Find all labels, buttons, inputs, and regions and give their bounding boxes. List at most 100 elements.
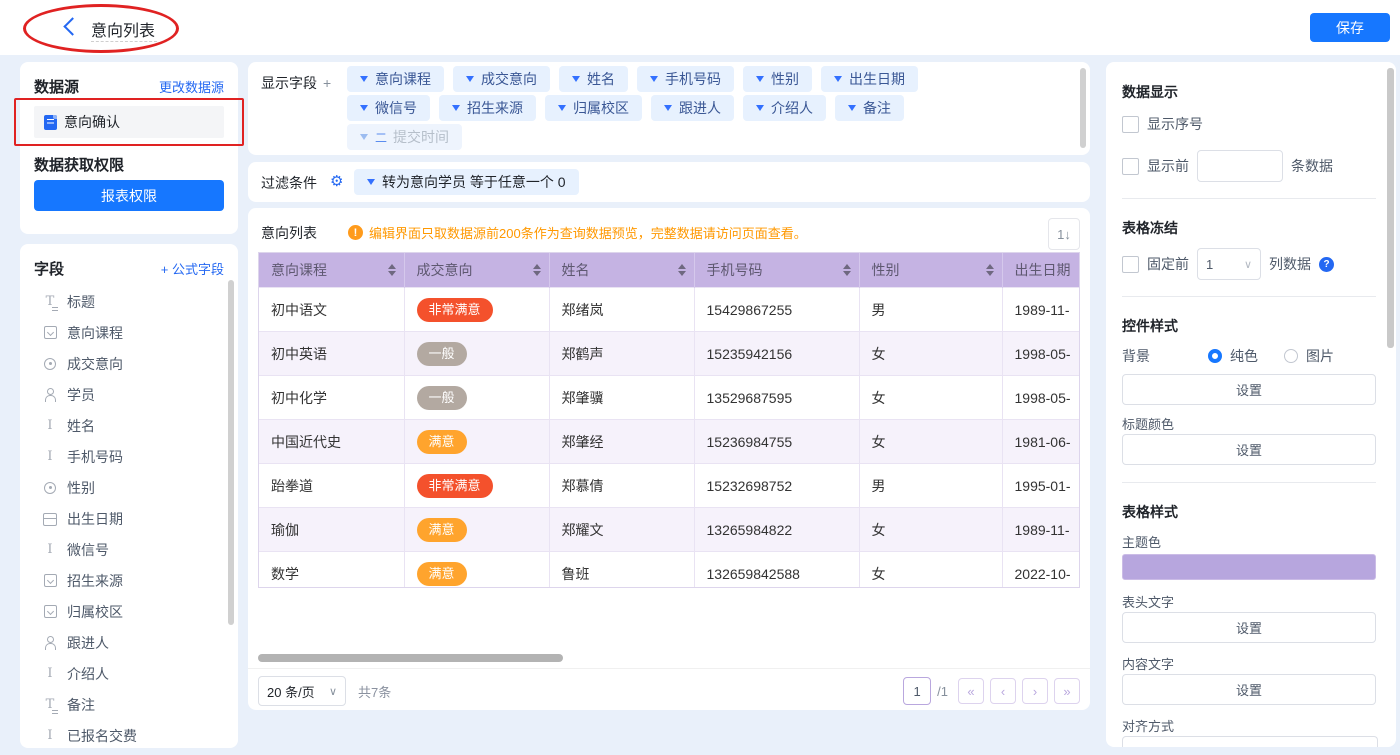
background-set-button[interactable]: 设置	[1122, 374, 1376, 405]
freeze-count-select[interactable]: 1 ∨	[1197, 248, 1261, 280]
column-header[interactable]: 出生日期	[1002, 253, 1080, 288]
title-icon	[42, 697, 58, 713]
cell-birth: 1989-11-	[1002, 508, 1080, 552]
align-control-partial[interactable]	[1122, 736, 1378, 747]
field-item[interactable]: 成交意向	[34, 348, 224, 379]
select-icon	[42, 325, 58, 341]
caret-down-icon	[367, 179, 375, 185]
settings-scrollbar[interactable]	[1387, 68, 1394, 348]
sort-carets-icon[interactable]	[986, 264, 994, 276]
field-item[interactable]: 已报名交费	[34, 720, 224, 748]
field-item[interactable]: 出生日期	[34, 503, 224, 534]
cell-name: 郑耀文	[549, 508, 694, 552]
drag-handle-icon: 二	[375, 129, 387, 146]
title-color-set-button[interactable]: 设置	[1122, 434, 1376, 465]
display-field-tag[interactable]: 微信号	[347, 95, 430, 121]
display-field-tag[interactable]: 意向课程	[347, 66, 444, 92]
cell-gender: 女	[859, 508, 1002, 552]
sort-order-icon[interactable]: 1↓	[1048, 218, 1080, 250]
display-field-tag-disabled[interactable]: 二提交时间	[347, 124, 462, 150]
solid-color-radio[interactable]	[1208, 349, 1222, 363]
show-first-count-input[interactable]	[1197, 150, 1283, 182]
field-item[interactable]: 跟进人	[34, 627, 224, 658]
theme-color-swatch[interactable]	[1122, 554, 1376, 580]
column-header[interactable]: 性别	[859, 253, 1002, 288]
display-field-tag[interactable]: 备注	[835, 95, 904, 121]
page-number-input[interactable]: 1	[903, 677, 931, 705]
filter-condition-tag[interactable]: 转为意向学员 等于任意一个 0	[354, 169, 579, 195]
field-item[interactable]: 介绍人	[34, 658, 224, 689]
freeze-prefix: 固定前	[1147, 254, 1189, 274]
show-index-checkbox[interactable]	[1122, 116, 1139, 133]
field-item-label: 学员	[67, 385, 95, 405]
divider	[1122, 296, 1376, 297]
sort-carets-icon[interactable]	[533, 264, 541, 276]
field-item-label: 成交意向	[67, 354, 123, 374]
gear-icon[interactable]: ⚙	[330, 172, 343, 190]
formula-field-link[interactable]: + 公式字段	[161, 259, 224, 278]
first-page-button[interactable]: «	[958, 678, 984, 704]
freeze-checkbox[interactable]	[1122, 256, 1139, 273]
column-header-label: 姓名	[562, 260, 590, 280]
sort-carets-icon[interactable]	[388, 264, 396, 276]
display-field-tag[interactable]: 归属校区	[545, 95, 642, 121]
column-header[interactable]: 意向课程	[259, 253, 404, 288]
field-item[interactable]: 归属校区	[34, 596, 224, 627]
display-field-tag[interactable]: 手机号码	[637, 66, 734, 92]
header-text-set-button[interactable]: 设置	[1122, 612, 1376, 643]
column-header[interactable]: 成交意向	[404, 253, 549, 288]
sort-carets-icon[interactable]	[678, 264, 686, 276]
back-icon[interactable]	[63, 17, 81, 35]
add-display-field-button[interactable]: +	[323, 75, 331, 91]
horizontal-scrollbar[interactable]	[258, 654, 563, 662]
display-field-tag[interactable]: 介绍人	[743, 95, 826, 121]
datasource-item[interactable]: 意向确认	[34, 106, 224, 138]
field-item[interactable]: 学员	[34, 379, 224, 410]
column-header[interactable]: 手机号码	[694, 253, 859, 288]
help-icon[interactable]: ?	[1319, 257, 1334, 272]
field-item[interactable]: 招生来源	[34, 565, 224, 596]
field-item-label: 性别	[67, 478, 95, 498]
notice-text: 编辑界面只取数据源前200条作为查询数据预览，完整数据请访问页面查看。	[369, 223, 807, 242]
field-item-label: 微信号	[67, 540, 109, 560]
intent-badge: 满意	[417, 562, 467, 586]
field-item[interactable]: 手机号码	[34, 441, 224, 472]
report-permission-button[interactable]: 报表权限	[34, 180, 224, 211]
field-item[interactable]: 姓名	[34, 410, 224, 441]
display-field-tag[interactable]: 姓名	[559, 66, 628, 92]
display-field-tag[interactable]: 出生日期	[821, 66, 918, 92]
show-first-checkbox[interactable]	[1122, 158, 1139, 175]
table-style-title: 表格样式	[1122, 502, 1178, 522]
last-page-button[interactable]: »	[1054, 678, 1080, 704]
column-header[interactable]: 姓名	[549, 253, 694, 288]
cell-birth: 1995-01-	[1002, 464, 1080, 508]
cell-name: 郑肇经	[549, 420, 694, 464]
field-item[interactable]: 微信号	[34, 534, 224, 565]
save-button[interactable]: 保存	[1310, 13, 1390, 42]
field-item[interactable]: 性别	[34, 472, 224, 503]
field-item[interactable]: 备注	[34, 689, 224, 720]
next-page-button[interactable]: ›	[1022, 678, 1048, 704]
cell-name: 郑鹤声	[549, 332, 694, 376]
content-text-set-button[interactable]: 设置	[1122, 674, 1376, 705]
column-header-label: 手机号码	[707, 260, 763, 280]
data-permission-title: 数据获取权限	[34, 154, 124, 175]
display-field-tag[interactable]: 成交意向	[453, 66, 550, 92]
display-field-tag[interactable]: 性别	[743, 66, 812, 92]
sort-carets-icon[interactable]	[843, 264, 851, 276]
display-field-tag[interactable]: 跟进人	[651, 95, 734, 121]
image-radio[interactable]	[1284, 349, 1298, 363]
prev-page-button[interactable]: ‹	[990, 678, 1016, 704]
cell-intent: 一般	[404, 376, 549, 420]
display-field-tag[interactable]: 招生来源	[439, 95, 536, 121]
table-row: 初中化学一般郑肇骥13529687595女1998-05-	[259, 376, 1080, 420]
change-datasource-link[interactable]: 更改数据源	[159, 77, 224, 96]
fields-scrollbar[interactable]	[228, 280, 234, 625]
display-fields-scrollbar[interactable]	[1080, 68, 1086, 148]
freeze-title: 表格冻结	[1122, 218, 1178, 238]
intent-badge: 非常满意	[417, 474, 493, 498]
page-size-select[interactable]: 20 条/页 ∨	[258, 676, 346, 706]
field-item[interactable]: 标题	[34, 286, 224, 317]
field-item[interactable]: 意向课程	[34, 317, 224, 348]
cell-gender: 女	[859, 332, 1002, 376]
